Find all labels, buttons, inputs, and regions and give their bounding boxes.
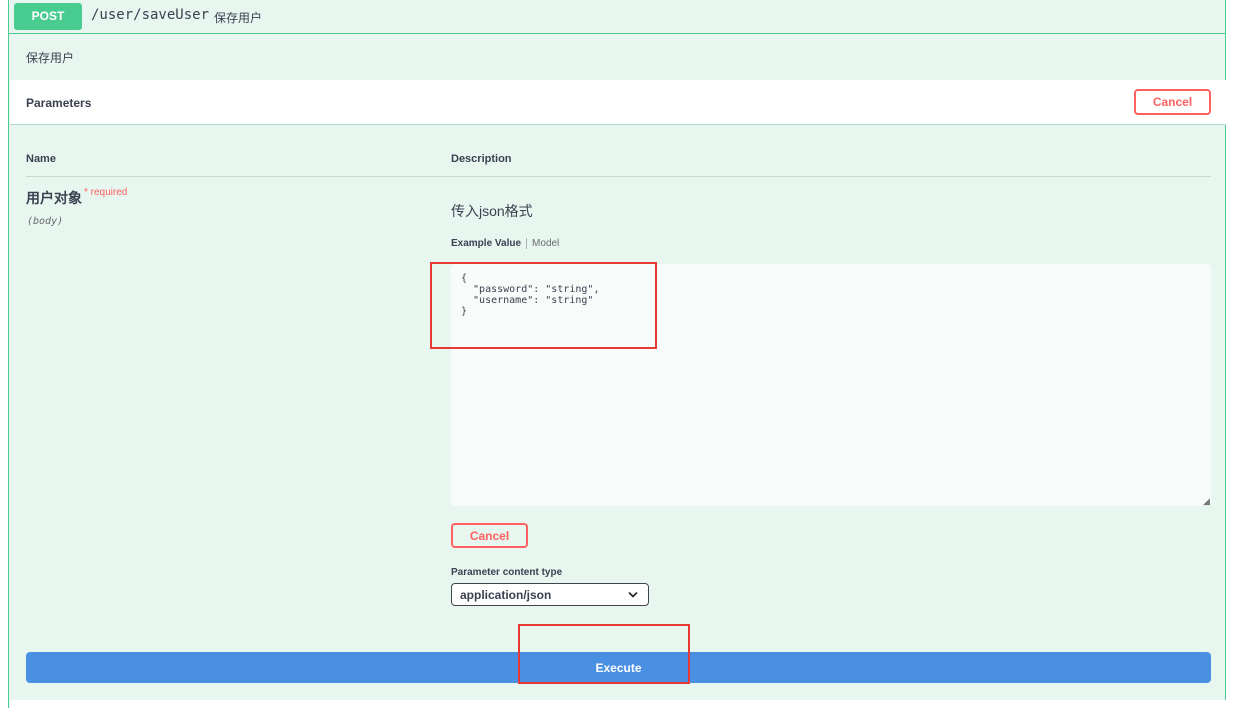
responses-section-edge bbox=[10, 700, 1226, 708]
operation-path: /user/saveUser bbox=[91, 7, 210, 23]
parameter-name: 用户对象 bbox=[26, 190, 82, 206]
opblock-post: POST /user/saveUser 保存用户 保存用户 Parameters… bbox=[8, 0, 1226, 708]
table-header-divider bbox=[26, 176, 1211, 177]
example-model-tabs: Example Value Model bbox=[451, 238, 559, 249]
parameters-header: Parameters Cancel bbox=[10, 80, 1226, 125]
content-type-label: Parameter content type bbox=[451, 567, 563, 578]
tab-model[interactable]: Model bbox=[527, 238, 559, 249]
content-type-select[interactable]: application/json bbox=[451, 583, 649, 606]
parameter-location: (body) bbox=[27, 216, 64, 227]
cancel-button-body[interactable]: Cancel bbox=[451, 523, 528, 548]
parameters-title: Parameters bbox=[26, 96, 92, 110]
method-badge: POST bbox=[14, 3, 82, 30]
execute-button[interactable]: Execute bbox=[26, 652, 1211, 683]
cancel-button-header[interactable]: Cancel bbox=[1134, 89, 1211, 115]
opblock-summary[interactable]: POST /user/saveUser 保存用户 bbox=[9, 0, 1225, 34]
column-header-name: Name bbox=[26, 153, 56, 165]
operation-description: 保存用户 bbox=[26, 51, 75, 65]
operation-summary: 保存用户 bbox=[214, 11, 263, 25]
content-type-selected: application/json bbox=[460, 588, 552, 602]
chevron-down-icon bbox=[628, 592, 638, 598]
resize-grip-icon[interactable]: ◢ bbox=[1203, 496, 1210, 507]
request-body-textarea[interactable]: { "password": "string", "username": "str… bbox=[451, 264, 1211, 506]
required-marker: * required bbox=[84, 187, 128, 198]
column-header-description: Description bbox=[451, 153, 512, 165]
parameter-description: 传入json格式 bbox=[451, 203, 533, 219]
tab-example-value[interactable]: Example Value bbox=[451, 238, 528, 249]
